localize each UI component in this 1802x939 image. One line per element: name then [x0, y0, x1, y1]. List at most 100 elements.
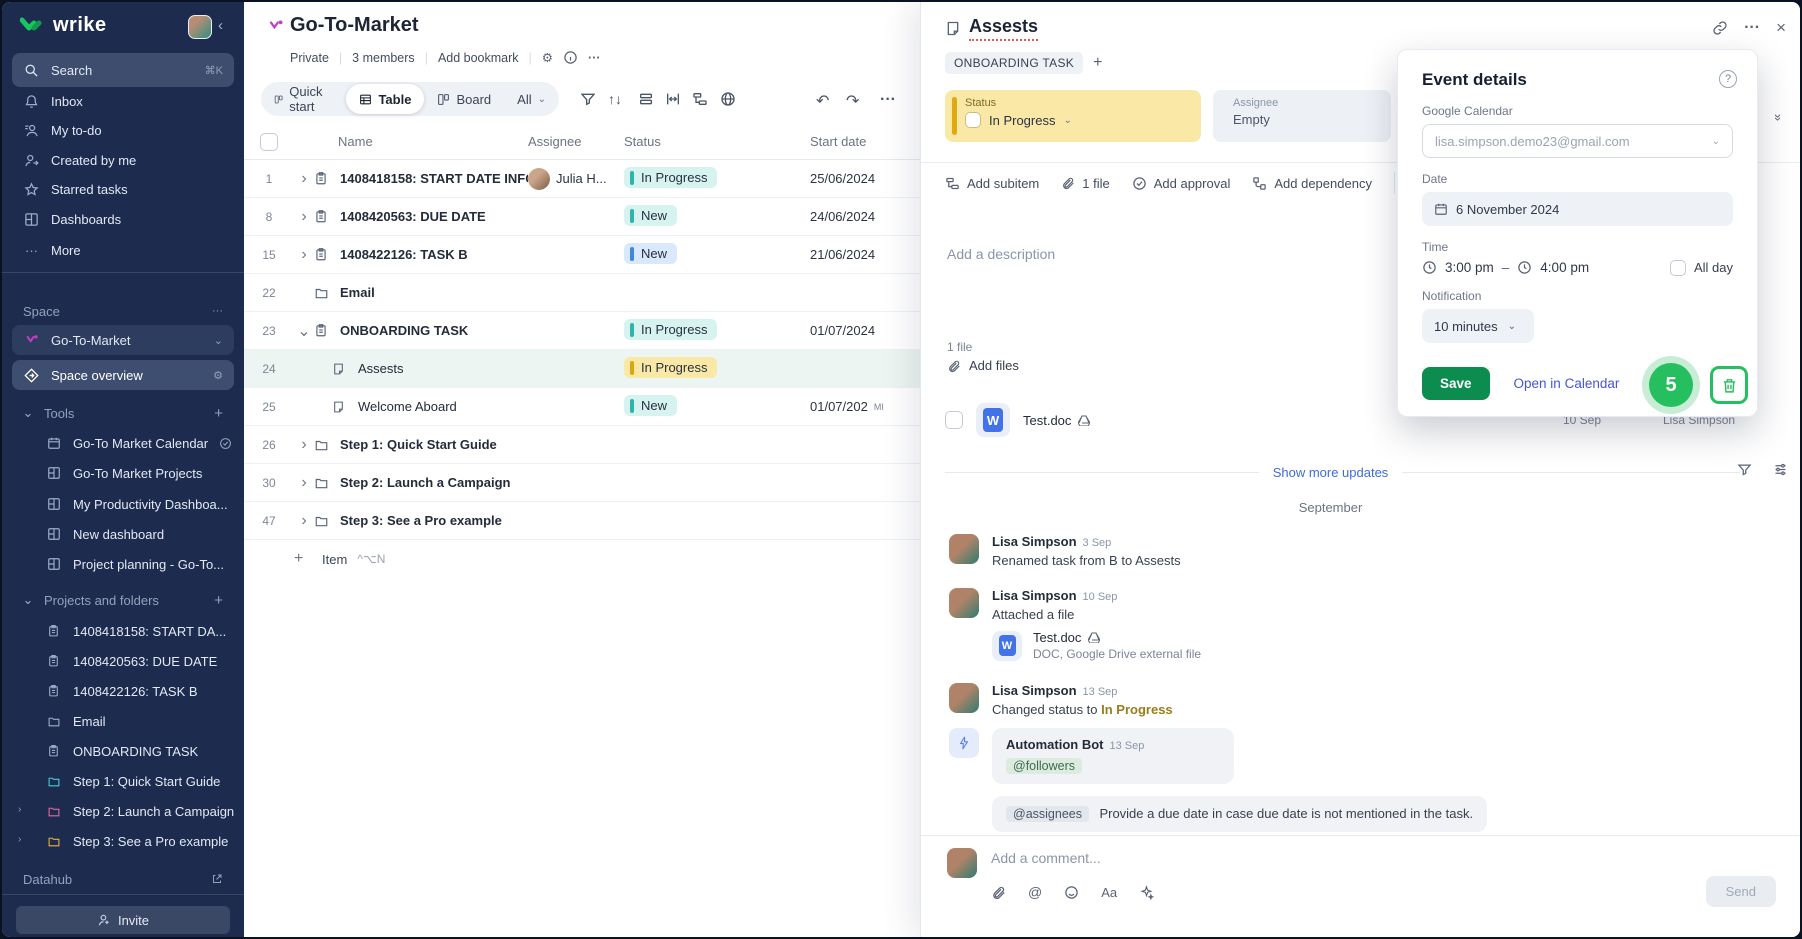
task-title[interactable]: Assests	[969, 16, 1038, 41]
members-label[interactable]: 3 members	[352, 51, 415, 65]
sidebar-item-my-todo[interactable]: My to-do	[12, 115, 234, 145]
table-row[interactable]: 1 › 1408418158: START DATE INFO Julia H.…	[244, 160, 920, 198]
invite-button[interactable]: Invite	[16, 906, 230, 934]
table-row-selected[interactable]: 24 Assests In Progress	[244, 350, 920, 388]
gcal-select[interactable]: lisa.simpson.demo23@gmail.com ⌄	[1422, 124, 1733, 158]
redo-icon[interactable]: ↷	[846, 91, 859, 111]
activity-author[interactable]: Lisa Simpson	[992, 683, 1077, 698]
projects-section-header[interactable]: ⌄ Projects and folders +	[12, 585, 234, 615]
select-all-checkbox[interactable]	[260, 133, 278, 151]
activity-author[interactable]: Lisa Simpson	[992, 534, 1077, 549]
sidebar-item-task-due-date[interactable]: 1408420563: DUE DATE	[12, 646, 234, 676]
send-button[interactable]: Send	[1706, 876, 1776, 907]
sidebar-item-step1[interactable]: Step 1: Quick Start Guide	[12, 766, 234, 796]
undo-icon[interactable]: ↶	[816, 91, 829, 111]
table-row[interactable]: 47 › Step 3: See a Pro example	[244, 502, 920, 540]
task-name[interactable]: 1408422126: TASK B	[340, 247, 528, 262]
sidebar-item-space-overview[interactable]: Space overview ⚙	[12, 360, 234, 390]
start-date[interactable]: 01/07/2024	[810, 323, 920, 338]
space-more-icon[interactable]: ···	[212, 305, 223, 317]
start-date[interactable]: 01/07/202	[810, 399, 868, 414]
sidebar-item-onboarding-task[interactable]: ONBOARDING TASK	[12, 736, 234, 766]
more-icon[interactable]: ···	[588, 51, 601, 65]
paperclip-icon[interactable]	[991, 885, 1006, 900]
task-name[interactable]: Welcome Aboard	[358, 399, 528, 414]
table-row[interactable]: 25 Welcome Aboard New 01/07/202MI	[244, 388, 920, 426]
description-placeholder[interactable]: Add a description	[947, 246, 1055, 262]
column-header-status[interactable]: Status	[624, 134, 810, 149]
sidebar-item-step3[interactable]: Step 3: See a Pro example	[12, 826, 234, 856]
column-header-name[interactable]: Name	[338, 134, 528, 149]
link-icon[interactable]	[1712, 20, 1728, 36]
emoji-icon[interactable]	[1064, 885, 1079, 900]
sidebar-item-email[interactable]: Email	[12, 706, 234, 736]
tab-table[interactable]: Table	[346, 84, 424, 114]
chevron-right-icon[interactable]: ›	[294, 246, 314, 264]
sidebar-item-step2[interactable]: Step 2: Launch a Campaign	[12, 796, 234, 826]
tab-board[interactable]: Board	[424, 82, 504, 116]
chevron-right-icon[interactable]: ›	[294, 512, 314, 530]
close-icon[interactable]: ×	[1776, 18, 1786, 38]
more-icon[interactable]: ···	[1744, 19, 1760, 37]
parent-task-chip[interactable]: ONBOARDING TASK	[945, 52, 1083, 74]
add-item-row[interactable]: + Item ^⌥N	[244, 540, 920, 578]
mention-icon[interactable]: @	[1028, 884, 1042, 900]
chevron-right-icon[interactable]: ›	[294, 170, 314, 188]
time-start[interactable]: 3:00 pm	[1445, 260, 1494, 275]
add-subitem-button[interactable]: Add subitem	[945, 176, 1039, 191]
sidebar-item-datahub[interactable]: Datahub	[12, 864, 234, 894]
start-date[interactable]: 21/06/2024	[810, 247, 920, 262]
activity-author[interactable]: Lisa Simpson	[992, 588, 1077, 603]
file-name[interactable]: Test.doc	[1023, 413, 1071, 428]
text-format-icon[interactable]: Aa	[1101, 885, 1117, 900]
subitems-icon[interactable]	[692, 91, 708, 107]
sidebar-item-new-dashboard[interactable]: New dashboard	[12, 519, 234, 549]
chevron-down-icon[interactable]: ⌄	[294, 321, 314, 341]
date-input[interactable]: 6 November 2024	[1422, 192, 1733, 226]
sidebar-item-starred-tasks[interactable]: Starred tasks	[12, 174, 234, 204]
comment-input[interactable]: Add a comment...	[991, 850, 1101, 866]
table-row[interactable]: 26 › Step 1: Quick Start Guide	[244, 426, 920, 464]
file-checkbox[interactable]	[945, 411, 963, 429]
delete-event-button[interactable]	[1710, 366, 1748, 404]
status-field[interactable]: Status In Progress ⌄	[945, 90, 1201, 142]
help-icon[interactable]: ?	[1719, 70, 1737, 88]
chevron-right-icon[interactable]: ›	[294, 474, 314, 492]
filter-icon[interactable]	[580, 91, 596, 107]
open-in-calendar-link[interactable]: Open in Calendar	[1514, 376, 1620, 391]
all-day-toggle[interactable]: All day	[1670, 260, 1733, 276]
sparkle-icon[interactable]	[1139, 885, 1154, 900]
status-badge[interactable]: In Progress	[624, 357, 717, 378]
folder-name[interactable]: Step 2: Launch a Campaign	[340, 475, 528, 490]
table-row[interactable]: 8 › 1408420563: DUE DATE New 24/06/2024	[244, 198, 920, 236]
collapse-sidebar-icon[interactable]: ‹	[218, 17, 223, 34]
sidebar-item-project-planning[interactable]: Project planning - Go-To...	[12, 549, 234, 579]
column-width-icon[interactable]	[665, 91, 681, 107]
start-date[interactable]: 24/06/2024	[810, 209, 920, 224]
tools-section-header[interactable]: ⌄ Tools +	[12, 398, 234, 428]
double-chevron-icon[interactable]: »	[1771, 114, 1786, 121]
sidebar-item-productivity-dashboard[interactable]: My Productivity Dashboa...	[12, 489, 234, 519]
gear-icon[interactable]: ⚙	[213, 369, 223, 382]
show-more-updates-link[interactable]: Show more updates	[1259, 465, 1403, 480]
column-header-start-date[interactable]: Start date	[810, 134, 920, 149]
activity-settings-icon[interactable]	[1773, 462, 1788, 477]
file-name[interactable]: Test.doc	[1033, 630, 1081, 645]
privacy-label[interactable]: Private	[290, 51, 329, 65]
assignee-field[interactable]: Assignee Empty	[1213, 90, 1391, 142]
space-section-header[interactable]: Space ···	[12, 296, 234, 326]
complete-checkbox[interactable]	[965, 112, 981, 128]
sidebar-item-gtm-projects[interactable]: Go-To Market Projects	[12, 458, 234, 488]
more-icon[interactable]: ···	[880, 91, 896, 109]
sidebar-item-task-start-date[interactable]: 1408418158: START DA...	[12, 616, 234, 646]
status-badge[interactable]: New	[624, 243, 677, 264]
notification-select[interactable]: 10 minutes ⌄	[1422, 309, 1534, 343]
task-name[interactable]: 1408418158: START DATE INFO	[340, 171, 528, 186]
sort-icon[interactable]: ↑↓	[608, 91, 622, 107]
gear-icon[interactable]: ⚙	[542, 50, 553, 65]
view-filter-all[interactable]: All ⌄	[504, 82, 559, 116]
row-height-icon[interactable]	[638, 91, 654, 107]
folder-name[interactable]: Step 3: See a Pro example	[340, 513, 528, 528]
add-approval-button[interactable]: Add approval	[1132, 176, 1231, 191]
chevron-right-icon[interactable]: ›	[294, 208, 314, 226]
